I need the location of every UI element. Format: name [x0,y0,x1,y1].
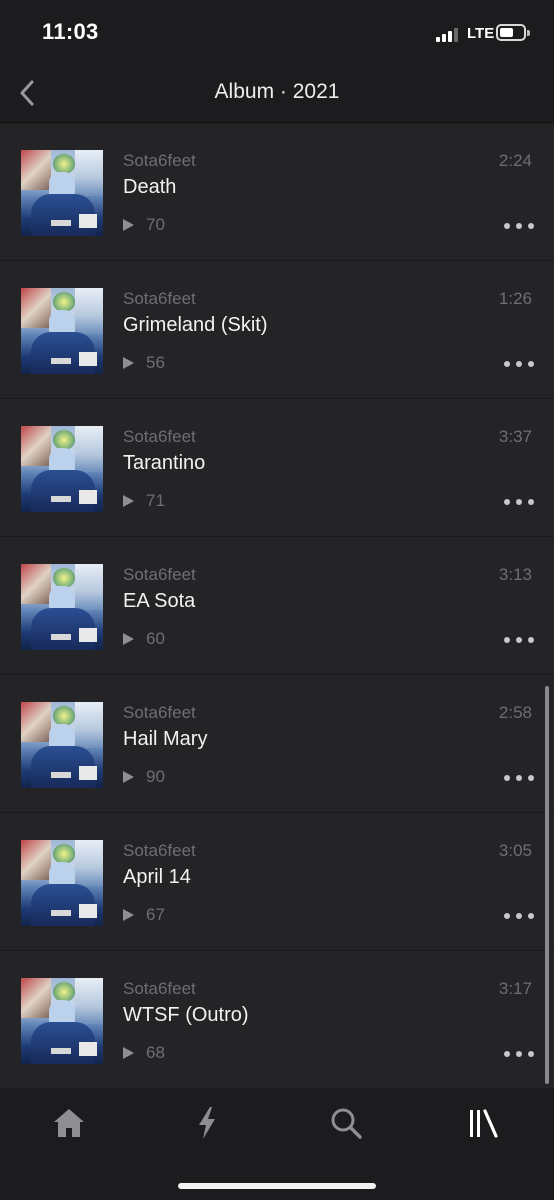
track-title: Death [123,176,177,198]
track-row[interactable]: Sota6feet Grimeland (Skit) 56 1:26 [0,261,554,399]
album-artwork [21,288,103,374]
track-artist: Sota6feet [123,841,196,860]
tab-stream[interactable] [177,1098,237,1148]
more-options-button[interactable] [504,909,534,923]
play-icon [123,771,134,783]
nav-header: Album · 2021 [0,64,554,123]
page-title: Album · 2021 [214,80,340,103]
play-count-value: 67 [146,905,165,924]
play-count-value: 68 [146,1043,165,1062]
track-title: EA Sota [123,590,196,612]
track-row[interactable]: Sota6feet Death 70 2:24 [0,123,554,261]
album-artwork [21,426,103,512]
play-icon [123,909,134,921]
track-artist: Sota6feet [123,289,196,308]
track-duration: 2:58 [498,703,532,722]
track-row[interactable]: Sota6feet April 14 67 3:05 [0,813,554,951]
track-title: Tarantino [123,452,206,474]
tab-search[interactable] [316,1098,376,1148]
network-type: LTE [467,25,495,42]
play-icon [123,219,134,231]
signal-icon [436,28,462,42]
track-artist: Sota6feet [123,565,196,584]
album-artwork [21,840,103,926]
track-title: Hail Mary [123,728,208,750]
library-icon [470,1109,498,1138]
app-screen: 11:03 LTE Album · 2021 Sota6feet Death 7… [0,0,554,1200]
more-options-button[interactable] [504,219,534,233]
album-artwork [21,564,103,650]
play-count-value: 70 [146,215,165,234]
track-row[interactable]: Sota6feet Hail Mary 90 2:58 [0,675,554,813]
more-options-button[interactable] [504,633,534,647]
play-count: 68 [123,1043,165,1063]
track-duration: 3:17 [498,979,532,998]
more-options-button[interactable] [504,495,534,509]
play-icon [123,1047,134,1059]
lightning-icon [199,1107,215,1139]
album-artwork [21,702,103,788]
tab-home[interactable] [39,1098,99,1148]
status-bar: 11:03 LTE [0,0,554,64]
play-count: 67 [123,905,165,925]
track-duration: 3:37 [498,427,532,446]
tab-library[interactable] [454,1098,514,1148]
play-count: 60 [123,629,165,649]
play-icon [123,357,134,369]
track-duration: 3:05 [498,841,532,860]
track-row[interactable]: Sota6feet WTSF (Outro) 68 3:17 [0,951,554,1089]
track-artist: Sota6feet [123,151,196,170]
track-row[interactable]: Sota6feet Tarantino 71 3:37 [0,399,554,537]
track-duration: 3:13 [498,565,532,584]
track-list: Sota6feet Death 70 2:24 Sota6feet Grimel… [0,123,554,1089]
play-icon [123,633,134,645]
more-options-button[interactable] [504,771,534,785]
home-icon [54,1109,84,1137]
search-icon [331,1108,362,1139]
home-indicator[interactable] [178,1183,376,1189]
track-artist: Sota6feet [123,427,196,446]
play-icon [123,495,134,507]
play-count-value: 56 [146,353,165,372]
play-count: 90 [123,767,165,787]
album-artwork [21,978,103,1064]
play-count-value: 90 [146,767,165,786]
play-count-value: 60 [146,629,165,648]
more-options-button[interactable] [504,1047,534,1061]
track-artist: Sota6feet [123,703,196,722]
album-artwork [21,150,103,236]
track-artist: Sota6feet [123,979,196,998]
track-row[interactable]: Sota6feet EA Sota 60 3:13 [0,537,554,675]
play-count: 56 [123,353,165,373]
play-count: 71 [123,491,165,511]
track-title: WTSF (Outro) [123,1004,249,1026]
play-count-value: 71 [146,491,165,510]
play-count: 70 [123,215,165,235]
status-time: 11:03 [42,19,99,44]
battery-icon [496,24,526,41]
track-duration: 2:24 [498,151,532,170]
track-title: April 14 [123,866,191,888]
battery-tip [527,30,530,36]
scrollbar[interactable] [545,686,549,1084]
more-options-button[interactable] [504,357,534,371]
track-duration: 1:26 [498,289,532,308]
track-title: Grimeland (Skit) [123,314,268,336]
